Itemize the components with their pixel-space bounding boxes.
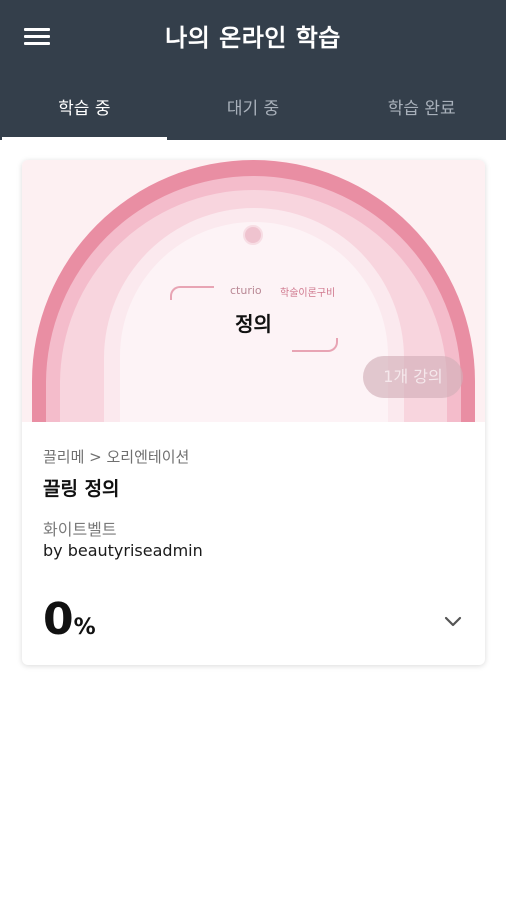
thumbnail-brand: cturio xyxy=(230,284,262,297)
thumbnail-curve-decoration xyxy=(170,286,214,300)
app-bar: 나의 온라인 학습 학습 중 대기 중 학습 완료 xyxy=(0,0,506,140)
course-info: 끌리메 > 오리엔테이션 끌링 정의 화이트벨트 by beautyrisead… xyxy=(22,422,485,665)
tab-bar: 학습 중 대기 중 학습 완료 xyxy=(0,72,506,140)
course-thumbnail: cturio 학술이론구비 정의 1개 강의 xyxy=(22,160,485,422)
thumbnail-dot-decoration xyxy=(243,225,263,245)
page-title: 나의 온라인 학습 xyxy=(165,24,341,52)
thumbnail-brand-sub: 학술이론구비 xyxy=(280,288,336,299)
course-title: 끌링 정의 xyxy=(43,478,120,500)
progress-value: 0 xyxy=(43,594,74,645)
progress-unit: % xyxy=(73,615,96,640)
course-belt: 화이트벨트 xyxy=(43,520,117,539)
course-card[interactable]: cturio 학술이론구비 정의 1개 강의 끌리메 > 오리엔테이션 끌링 정… xyxy=(22,160,485,665)
tab-in-progress[interactable]: 학습 중 xyxy=(0,72,169,140)
chevron-down-icon[interactable] xyxy=(438,607,468,637)
course-author: by beautyriseadmin xyxy=(43,541,203,560)
thumbnail-title: 정의 xyxy=(235,312,272,336)
tab-completed[interactable]: 학습 완료 xyxy=(337,72,506,140)
course-category: 끌리메 > 오리엔테이션 xyxy=(43,448,190,466)
thumbnail-curve-decoration xyxy=(292,338,338,352)
tab-waiting[interactable]: 대기 중 xyxy=(169,72,338,140)
progress-indicator: 0% xyxy=(43,594,96,645)
lecture-count-badge: 1개 강의 xyxy=(363,356,463,398)
